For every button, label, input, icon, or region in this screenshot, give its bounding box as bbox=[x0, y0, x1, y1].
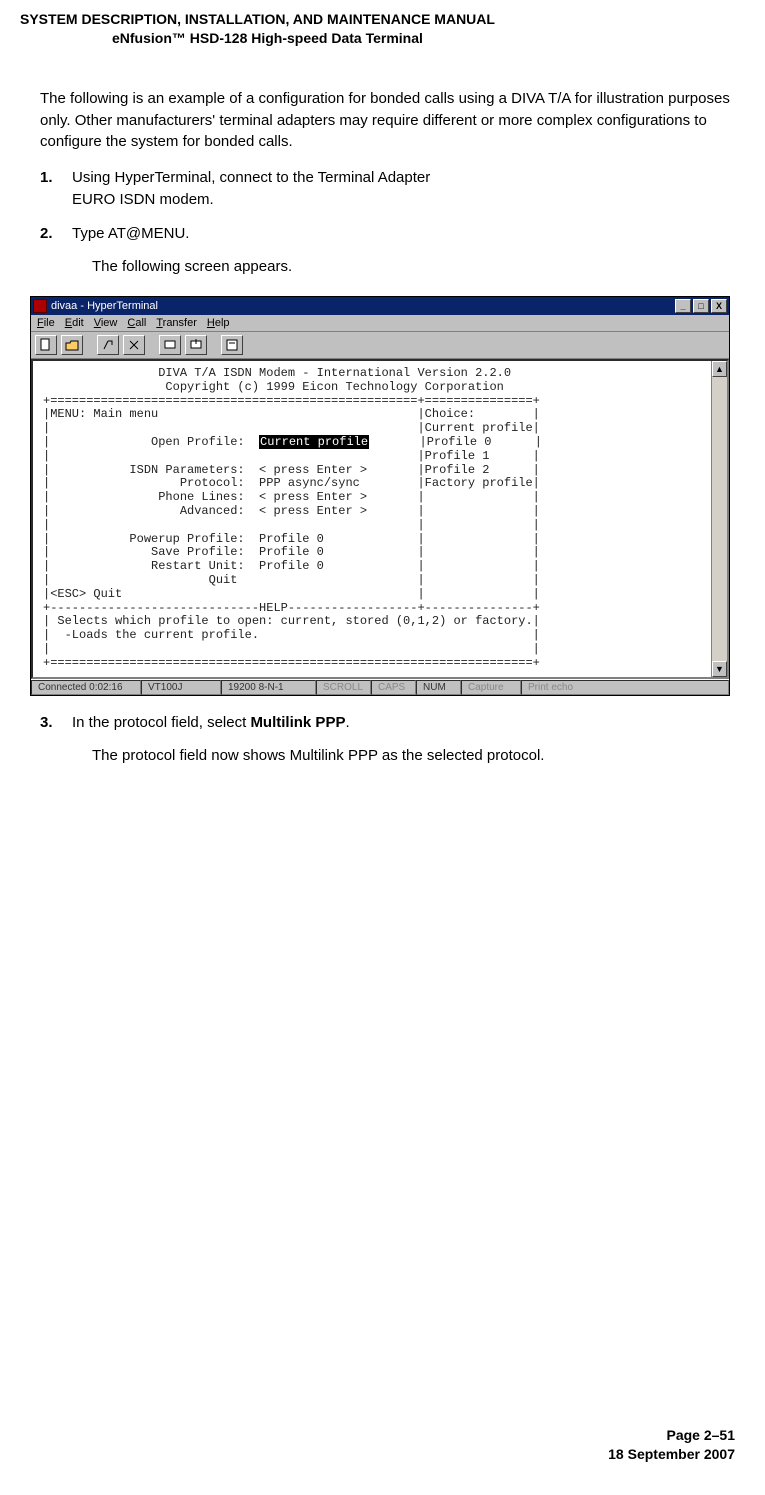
open-icon[interactable] bbox=[61, 335, 83, 355]
toolbar bbox=[31, 332, 729, 359]
menu-help[interactable]: Help bbox=[207, 317, 230, 329]
step-text: In the protocol field, select Multilink … bbox=[72, 712, 740, 734]
step-text: Type AT@MENU. bbox=[72, 223, 740, 245]
step-number: 2. bbox=[40, 223, 72, 245]
step-2: 2. Type AT@MENU. bbox=[40, 223, 740, 245]
footer-date: 18 September 2007 bbox=[608, 1445, 735, 1465]
connect-icon[interactable] bbox=[97, 335, 119, 355]
page-number: Page 2–51 bbox=[608, 1426, 735, 1446]
step-3: 3. In the protocol field, select Multili… bbox=[40, 712, 740, 734]
close-button[interactable]: X bbox=[711, 299, 727, 313]
multilink-ppp-label: Multilink PPP bbox=[250, 714, 345, 731]
status-echo: Print echo bbox=[521, 680, 729, 695]
step-number: 1. bbox=[40, 167, 72, 211]
status-line: 19200 8-N-1 bbox=[221, 680, 316, 695]
step-list-2: 3. In the protocol field, select Multili… bbox=[40, 712, 740, 768]
app-icon bbox=[33, 299, 47, 313]
status-capture: Capture bbox=[461, 680, 521, 695]
header-line-1: SYSTEM DESCRIPTION, INSTALLATION, AND MA… bbox=[20, 10, 745, 29]
minimize-button[interactable]: _ bbox=[675, 299, 691, 313]
send-icon[interactable] bbox=[159, 335, 181, 355]
status-scroll: SCROLL bbox=[316, 680, 371, 695]
menu-file[interactable]: File bbox=[37, 317, 55, 329]
step-number: 3. bbox=[40, 712, 72, 734]
status-num: NUM bbox=[416, 680, 461, 695]
step-text: Using HyperTerminal, connect to the Term… bbox=[72, 167, 740, 211]
step-list: 1. Using HyperTerminal, connect to the T… bbox=[40, 167, 740, 278]
status-bar: Connected 0:02:16 VT100J 19200 8-N-1 SCR… bbox=[31, 679, 729, 695]
menu-edit[interactable]: Edit bbox=[65, 317, 84, 329]
window-title: divaa - HyperTerminal bbox=[51, 300, 673, 312]
intro-paragraph: The following is an example of a configu… bbox=[40, 88, 740, 153]
new-icon[interactable] bbox=[35, 335, 57, 355]
status-caps: CAPS bbox=[371, 680, 416, 695]
vertical-scrollbar[interactable]: ▲ ▼ bbox=[711, 361, 727, 677]
scroll-up-icon[interactable]: ▲ bbox=[712, 361, 727, 377]
receive-icon[interactable] bbox=[185, 335, 207, 355]
document-header: SYSTEM DESCRIPTION, INSTALLATION, AND MA… bbox=[20, 10, 745, 48]
step-2-follow: The following screen appears. bbox=[92, 256, 740, 278]
scroll-track[interactable] bbox=[712, 377, 727, 661]
selected-profile: Current profile bbox=[259, 435, 369, 449]
menu-transfer[interactable]: Transfer bbox=[156, 317, 197, 329]
window-titlebar[interactable]: divaa - HyperTerminal _ □ X bbox=[31, 297, 729, 315]
disconnect-icon[interactable] bbox=[123, 335, 145, 355]
page-footer: Page 2–51 18 September 2007 bbox=[608, 1426, 735, 1465]
status-connected: Connected 0:02:16 bbox=[31, 680, 141, 695]
menu-bar[interactable]: File Edit View Call Transfer Help bbox=[31, 315, 729, 332]
maximize-button[interactable]: □ bbox=[693, 299, 709, 313]
hyperterminal-window: divaa - HyperTerminal _ □ X File Edit Vi… bbox=[30, 296, 730, 696]
scroll-down-icon[interactable]: ▼ bbox=[712, 661, 727, 677]
menu-call[interactable]: Call bbox=[127, 317, 146, 329]
step-1: 1. Using HyperTerminal, connect to the T… bbox=[40, 167, 740, 211]
step-3-follow: The protocol field now shows Multilink P… bbox=[92, 745, 740, 767]
menu-view[interactable]: View bbox=[94, 317, 118, 329]
properties-icon[interactable] bbox=[221, 335, 243, 355]
header-line-2: eNfusion™ HSD-128 High-speed Data Termin… bbox=[20, 29, 745, 48]
status-terminal: VT100J bbox=[141, 680, 221, 695]
terminal-text: DIVA T/A ISDN Modem - International Vers… bbox=[43, 367, 725, 671]
terminal-content-area[interactable]: DIVA T/A ISDN Modem - International Vers… bbox=[31, 359, 729, 679]
